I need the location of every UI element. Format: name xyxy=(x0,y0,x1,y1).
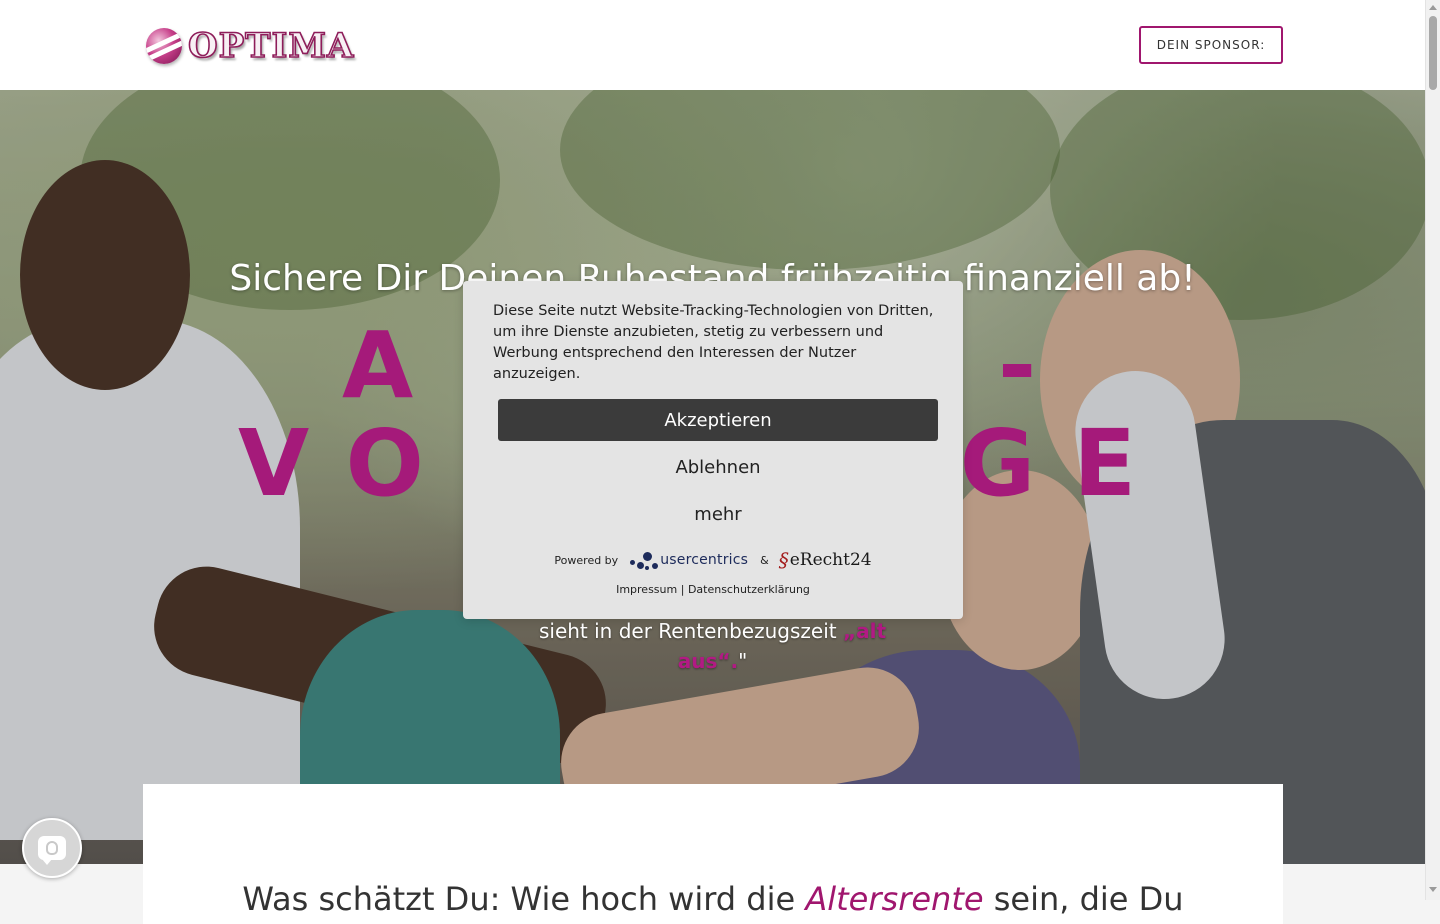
big-word-left: VO xyxy=(238,410,462,517)
content-heading-accent: Altersrente xyxy=(805,880,984,918)
content-heading-start: Was schätzt Du: Wie hoch wird die xyxy=(242,880,806,918)
datenschutz-link[interactable]: Datenschutzerklärung xyxy=(688,583,810,596)
sponsor-button[interactable]: DEIN SPONSOR: xyxy=(1139,26,1283,64)
site-header: OPTIMA DEIN SPONSOR: xyxy=(0,0,1425,90)
more-button[interactable]: mehr xyxy=(498,497,938,531)
usercentrics-text: usercentrics xyxy=(660,552,749,568)
accept-button[interactable]: Akzeptieren xyxy=(498,399,938,441)
legal-separator: | xyxy=(680,583,685,596)
optima-sphere-icon xyxy=(146,28,182,64)
powered-by-label: Powered by xyxy=(554,553,619,567)
impressum-link[interactable]: Impressum xyxy=(616,583,677,596)
erecht24-text: eRecht24 xyxy=(789,550,872,570)
powered-by-bar: Powered by usercentrics & § eRecht24 xyxy=(463,547,963,573)
page-scrollbar[interactable] xyxy=(1425,0,1440,900)
content-heading-end: sein, die Du xyxy=(983,880,1184,918)
scroll-down-arrow-icon[interactable] xyxy=(1429,887,1437,892)
big-word-line1: A xyxy=(342,312,452,419)
content-card: Was schätzt Du: Wie hoch wird die Alters… xyxy=(143,784,1283,924)
fingerprint-chat-icon xyxy=(38,836,66,865)
erecht24-logo[interactable]: § eRecht24 xyxy=(779,548,872,572)
big-word-right: GE xyxy=(959,410,1175,517)
usercentrics-logo[interactable]: usercentrics xyxy=(630,549,748,571)
fingerprint-icon xyxy=(46,841,58,855)
ampersand: & xyxy=(760,553,769,567)
decline-button[interactable]: Ablehnen xyxy=(498,450,938,484)
consent-text: Diese Seite nutzt Website-Tracking-Techn… xyxy=(493,303,934,382)
optima-logo[interactable]: OPTIMA xyxy=(146,25,355,67)
big-word-dash: - xyxy=(998,312,1075,419)
usercentrics-dots-icon xyxy=(630,549,660,571)
legal-links: Impressum | Datenschutzerklärung xyxy=(463,583,963,596)
content-heading: Was schätzt Du: Wie hoch wird die Alters… xyxy=(143,880,1283,918)
cookie-consent-dialog: Diese Seite nutzt Website-Tracking-Techn… xyxy=(463,281,963,619)
hero-subtitle-text: sieht in der Rentenbezugszeit xyxy=(538,619,843,643)
hero-subtitle: sieht in der Rentenbezugszeit „alt aus“.… xyxy=(520,616,905,676)
privacy-settings-button[interactable] xyxy=(22,818,82,878)
erecht24-swirl-icon: § xyxy=(778,548,789,572)
scroll-thumb[interactable] xyxy=(1429,16,1437,90)
scroll-up-arrow-icon[interactable] xyxy=(1429,5,1437,10)
hero-subtitle-end: " xyxy=(738,649,748,673)
logo-text: OPTIMA xyxy=(187,25,355,67)
